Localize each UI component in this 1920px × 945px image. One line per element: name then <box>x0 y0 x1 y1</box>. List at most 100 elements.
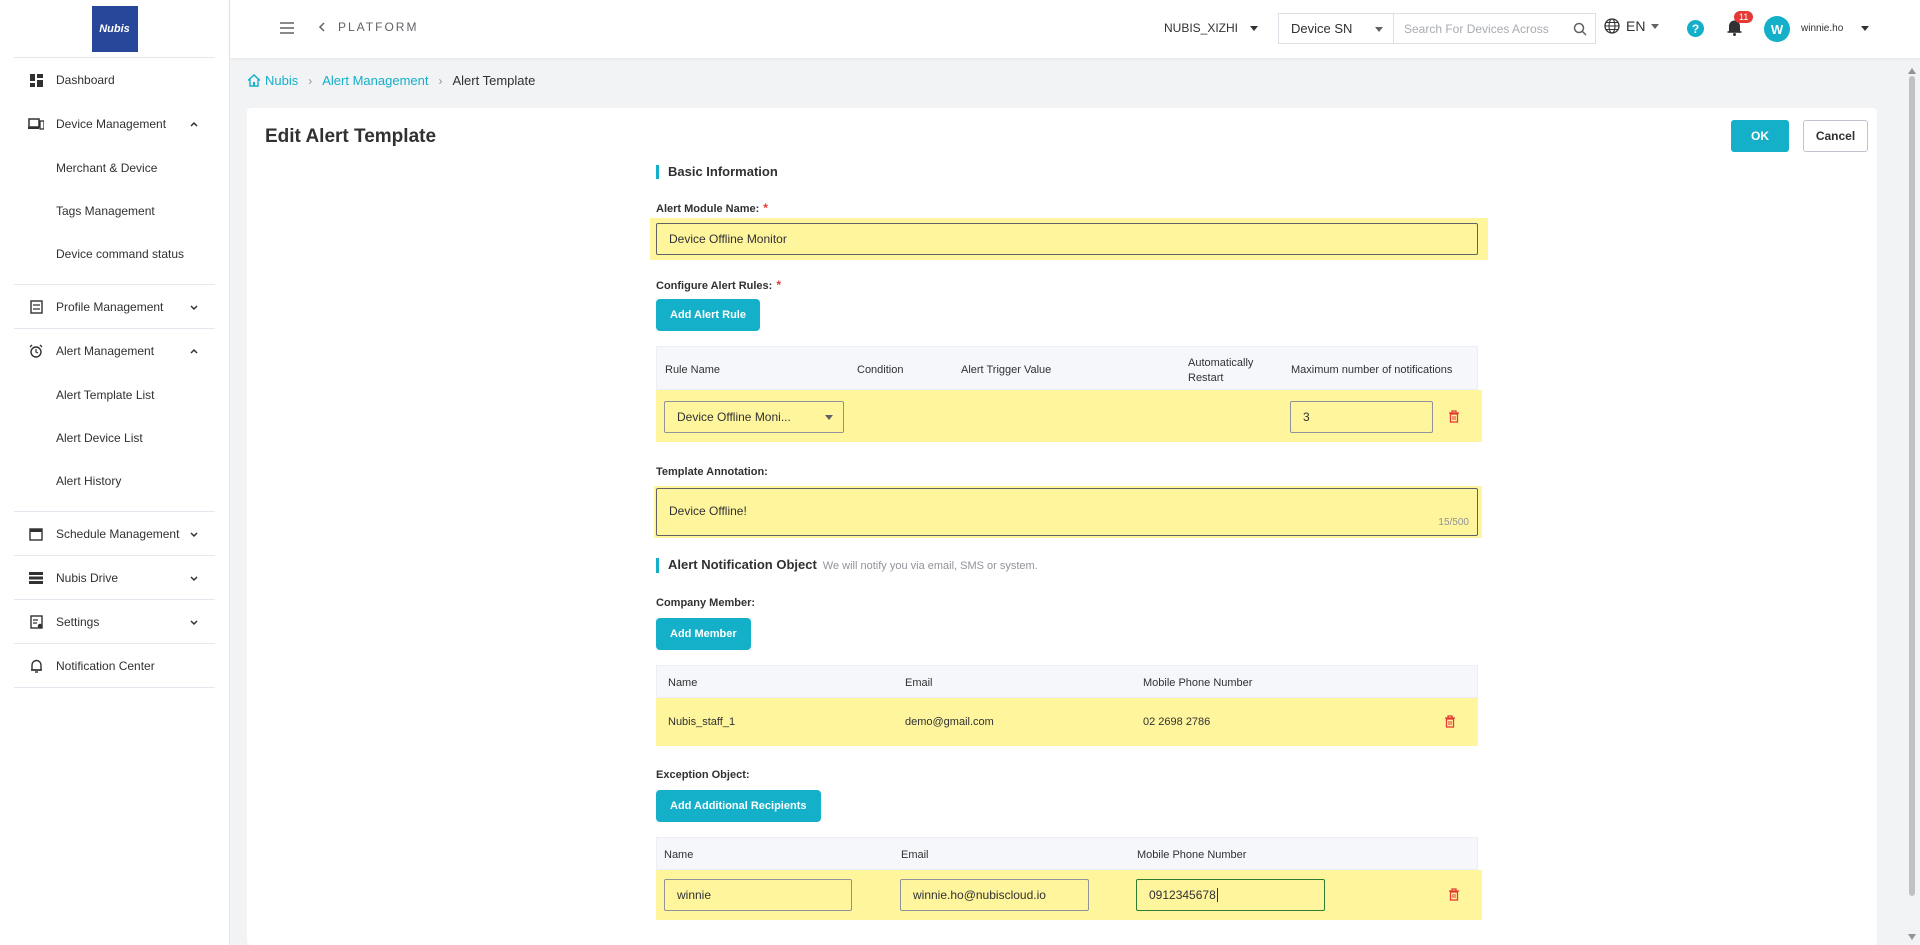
text-cursor <box>1216 888 1218 902</box>
max-notifications-input[interactable]: 3 <box>1290 401 1433 433</box>
breadcrumb-home[interactable]: Nubis <box>247 73 298 88</box>
delete-member-trash-icon[interactable] <box>1444 715 1456 728</box>
add-alert-rule-button[interactable]: Add Alert Rule <box>656 299 760 331</box>
chevron-down-icon <box>190 531 198 537</box>
sidebar: Nubis Dashboard Device Management Mercha… <box>0 0 230 945</box>
required-marker: * <box>776 278 781 292</box>
top-bar: PLATFORM NUBIS_XIZHI Device SN EN ? 11 W… <box>230 0 1920 58</box>
search-button[interactable] <box>1565 14 1595 43</box>
nubis-logo[interactable]: Nubis <box>91 5 138 52</box>
language-value: EN <box>1626 18 1646 34</box>
member-name: Nubis_staff_1 <box>668 716 736 728</box>
company-member-label: Company Member: <box>656 597 756 609</box>
add-additional-recipients-button[interactable]: Add Additional Recipients <box>656 790 821 822</box>
recipient-email-input[interactable]: winnie.ho@nubiscloud.io <box>900 879 1089 911</box>
chevron-down-icon <box>190 575 198 581</box>
alert-rules-label: Configure Alert Rules: * <box>656 278 781 292</box>
organization-name: NUBIS_XIZHI <box>1164 21 1239 35</box>
device-search: Device SN <box>1278 13 1596 44</box>
sidebar-item-alert-management[interactable]: Alert Management <box>14 329 215 373</box>
column-rule-name: Rule Name <box>665 364 721 376</box>
sidebar-item-label: Device Management <box>56 117 167 131</box>
alert-rules-label-text: Configure Alert Rules: <box>656 280 773 292</box>
sidebar-item-alert-device-list[interactable]: Alert Device List <box>14 416 215 459</box>
column-name: Name <box>668 677 698 689</box>
delete-recipient-trash-icon[interactable] <box>1448 888 1460 901</box>
sidebar-item-device-management[interactable]: Device Management <box>14 102 215 146</box>
column-auto-restart: Automatically <box>1188 357 1254 369</box>
module-name-input[interactable]: Device Offline Monitor <box>656 223 1478 255</box>
sidebar-item-schedule-management[interactable]: Schedule Management <box>14 512 215 556</box>
chevron-down-icon <box>190 304 198 310</box>
search-type-select[interactable]: Device SN <box>1279 14 1394 43</box>
delete-rule-trash-icon[interactable] <box>1448 410 1460 423</box>
caret-down-icon <box>825 415 833 420</box>
sidebar-item-alert-history[interactable]: Alert History <box>14 459 215 502</box>
search-icon <box>1573 22 1587 36</box>
column-email: Email <box>901 849 929 861</box>
rule-name-select[interactable]: Device Offline Moni... <box>664 401 844 433</box>
avatar[interactable]: W <box>1764 16 1790 42</box>
search-input[interactable] <box>1394 14 1565 43</box>
exception-table-header: Name Email Mobile Phone Number <box>656 837 1478 870</box>
page-title: Edit Alert Template <box>265 126 437 147</box>
scroll-down-arrow-icon[interactable] <box>1908 934 1916 940</box>
column-name: Name <box>664 849 694 861</box>
annotation-label: Template Annotation: <box>656 466 768 478</box>
sidebar-item-nubis-drive[interactable]: Nubis Drive <box>14 556 215 600</box>
recipient-name-input[interactable]: winnie <box>664 879 852 911</box>
sidebar-item-merchant-device[interactable]: Merchant & Device <box>14 146 215 189</box>
chevron-up-icon <box>190 348 198 354</box>
sidebar-item-label: Nubis Drive <box>56 570 119 585</box>
notification-object-title-text: Alert Notification Object <box>668 557 817 572</box>
home-icon <box>247 74 261 87</box>
cancel-button[interactable]: Cancel <box>1803 120 1868 152</box>
user-menu[interactable]: winnie.ho <box>1801 23 1870 34</box>
sidebar-item-label: Settings <box>56 614 100 629</box>
annotation-textarea[interactable]: Device Offline! 15/500 <box>656 488 1478 536</box>
sidebar-item-alert-template-list[interactable]: Alert Template List <box>14 373 215 416</box>
sidebar-item-settings[interactable]: Settings <box>14 600 215 644</box>
settings-icon <box>28 614 44 630</box>
dashboard-icon <box>28 72 44 88</box>
help-icon[interactable]: ? <box>1687 20 1704 37</box>
divider <box>14 275 215 285</box>
caret-down-icon <box>1250 25 1259 31</box>
column-condition: Condition <box>857 364 904 376</box>
calendar-icon <box>28 526 44 542</box>
search-type-value: Device SN <box>1291 21 1353 36</box>
ok-button[interactable]: OK <box>1731 120 1789 152</box>
module-name-label: Alert Module Name: * <box>656 201 768 215</box>
sidebar-item-device-command-status[interactable]: Device command status <box>14 232 215 275</box>
platform-label: PLATFORM <box>338 20 419 34</box>
sidebar-item-tags-management[interactable]: Tags Management <box>14 189 215 232</box>
logo-area: Nubis <box>14 0 215 58</box>
sidebar-item-dashboard[interactable]: Dashboard <box>14 58 215 102</box>
sidebar-item-label: Notification Center <box>56 658 155 673</box>
breadcrumb-alert-management[interactable]: Alert Management <box>322 73 428 88</box>
basic-info-title-text: Basic Information <box>668 164 778 179</box>
hamburger-menu-icon[interactable] <box>278 20 296 36</box>
breadcrumb-separator: › <box>308 73 313 88</box>
column-mobile: Mobile Phone Number <box>1143 677 1253 689</box>
sidebar-item-profile-management[interactable]: Profile Management <box>14 285 215 329</box>
chevron-down-icon <box>190 619 198 625</box>
platform-back-link[interactable]: PLATFORM <box>318 20 418 34</box>
vertical-scrollbar[interactable] <box>1909 76 1915 896</box>
sidebar-item-label: Profile Management <box>56 299 164 314</box>
recipient-phone-input[interactable]: 0912345678 <box>1136 879 1325 911</box>
breadcrumb-home-label: Nubis <box>265 73 299 88</box>
scroll-up-arrow-icon[interactable] <box>1908 68 1916 74</box>
table-row <box>656 698 1478 746</box>
column-max-notifications: Maximum number of notifications <box>1291 364 1453 376</box>
notification-object-title: Alert Notification Object We will notify … <box>656 558 1038 573</box>
language-select[interactable]: EN <box>1604 18 1660 34</box>
sidebar-nav: Dashboard Device Management Merchant & D… <box>14 58 215 688</box>
column-trigger-value: Alert Trigger Value <box>961 364 1052 376</box>
globe-icon <box>1604 18 1620 34</box>
sidebar-item-notification-center[interactable]: Notification Center <box>14 644 215 688</box>
organization-select[interactable]: NUBIS_XIZHI <box>1164 21 1259 35</box>
exception-object-label: Exception Object: <box>656 769 750 781</box>
sidebar-item-label: Alert Management <box>56 344 155 358</box>
add-member-button[interactable]: Add Member <box>656 618 751 650</box>
